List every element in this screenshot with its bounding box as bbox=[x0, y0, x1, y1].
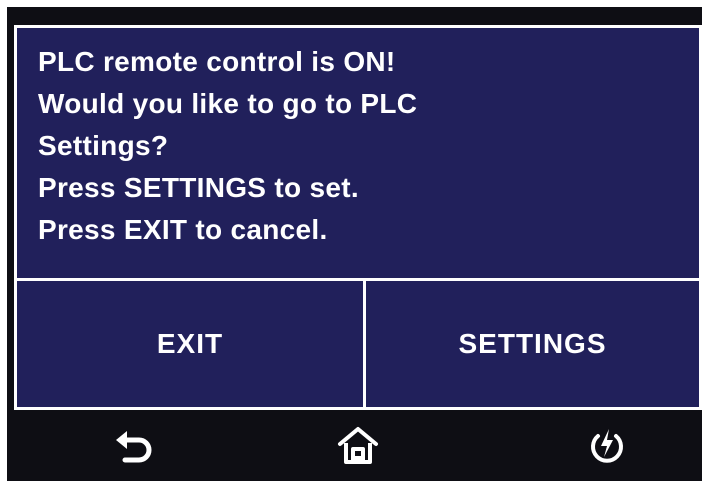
message-line: PLC remote control is ON! bbox=[38, 46, 396, 77]
dialog-message: PLC remote control is ON! Would you like… bbox=[38, 41, 689, 251]
exit-button[interactable]: EXIT bbox=[17, 281, 363, 407]
message-line: Would you like to go to PLC bbox=[38, 88, 418, 119]
home-icon[interactable] bbox=[336, 424, 380, 468]
bottom-navbar bbox=[7, 410, 702, 481]
message-line: Settings? bbox=[38, 130, 169, 161]
plc-dialog: PLC remote control is ON! Would you like… bbox=[14, 25, 702, 410]
back-icon[interactable] bbox=[112, 424, 156, 468]
settings-button[interactable]: SETTINGS bbox=[366, 281, 699, 407]
message-line: Press SETTINGS to set. bbox=[38, 172, 359, 203]
power-icon[interactable] bbox=[585, 424, 629, 468]
message-line: Press EXIT to cancel. bbox=[38, 214, 328, 245]
